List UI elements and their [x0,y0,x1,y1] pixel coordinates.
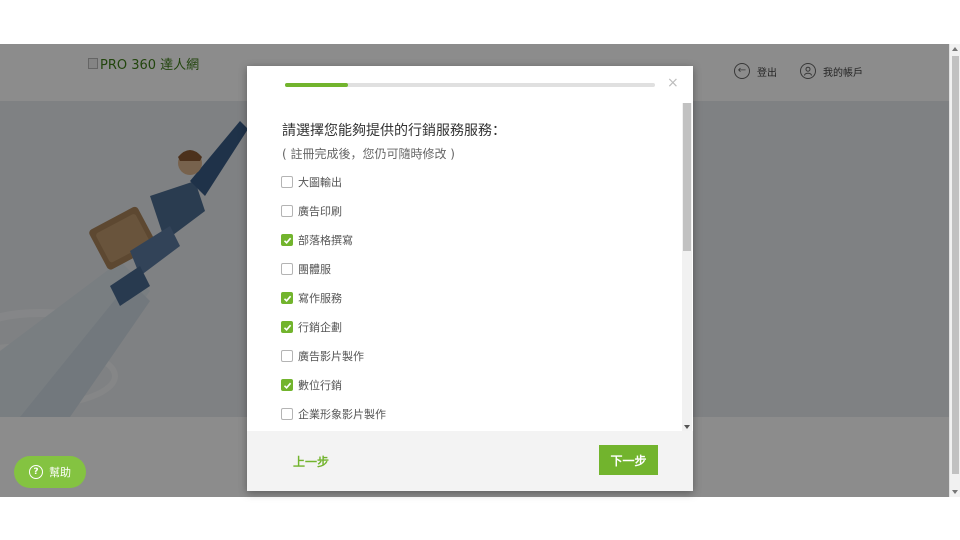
checkbox[interactable] [281,379,293,391]
option-item[interactable]: 大圖輸出 [281,174,342,190]
check-icon [283,295,291,302]
checkbox[interactable] [281,292,293,304]
modal-scrollbar[interactable] [682,103,692,431]
option-item[interactable]: 廣告印刷 [281,203,342,219]
modal-scrollbar-thumb[interactable] [683,103,691,251]
option-item[interactable]: 寫作服務 [281,290,342,306]
option-item[interactable]: 廣告影片製作 [281,348,364,364]
scroll-down-arrow[interactable] [952,490,958,494]
option-item[interactable]: 團體服 [281,261,331,277]
question-circle-icon: ? [29,465,43,479]
page-scrollbar-thumb[interactable] [952,56,959,474]
bottom-strip [0,497,960,540]
close-icon[interactable]: × [667,76,679,90]
top-strip [0,0,960,44]
service-selection-modal: × 請選擇您能夠提供的行銷服務服務： ( 註冊完成後，您仍可隨時修改 ) 大圖輸… [247,66,693,491]
help-button[interactable]: ? 幫助 [14,456,86,488]
check-icon [283,382,291,389]
option-label: 大圖輸出 [298,176,342,189]
progress-fill [285,83,348,87]
option-label: 團體服 [298,263,331,276]
option-label: 廣告印刷 [298,205,342,218]
option-label: 行銷企劃 [298,321,342,334]
modal-footer: 上一步 下一步 [247,431,693,491]
checkbox[interactable] [281,263,293,275]
checkbox[interactable] [281,408,293,420]
option-label: 企業形象影片製作 [298,408,386,421]
progress-bar [285,83,655,87]
check-icon [283,324,291,331]
option-label: 數位行銷 [298,379,342,392]
checkbox[interactable] [281,234,293,246]
option-item[interactable]: 數位行銷 [281,377,342,393]
option-label: 寫作服務 [298,292,342,305]
checkbox[interactable] [281,176,293,188]
checkbox[interactable] [281,350,293,362]
option-item[interactable]: 企業形象影片製作 [281,406,386,422]
scroll-up-arrow[interactable] [952,47,958,51]
modal-scroll-down-arrow[interactable] [684,425,690,429]
checkbox[interactable] [281,205,293,217]
option-item[interactable]: 部落格撰寫 [281,232,353,248]
option-label: 部落格撰寫 [298,234,353,247]
checkbox[interactable] [281,321,293,333]
question-title: 請選擇您能夠提供的行銷服務服務： [282,123,506,139]
help-label: 幫助 [49,466,71,479]
next-step-button[interactable]: 下一步 [599,445,658,475]
option-label: 廣告影片製作 [298,350,364,363]
option-item[interactable]: 行銷企劃 [281,319,342,335]
check-icon [283,237,291,244]
previous-step-button[interactable]: 上一步 [293,453,329,470]
question-hint: ( 註冊完成後，您仍可隨時修改 ) [282,147,455,161]
page-scrollbar[interactable] [949,44,960,497]
